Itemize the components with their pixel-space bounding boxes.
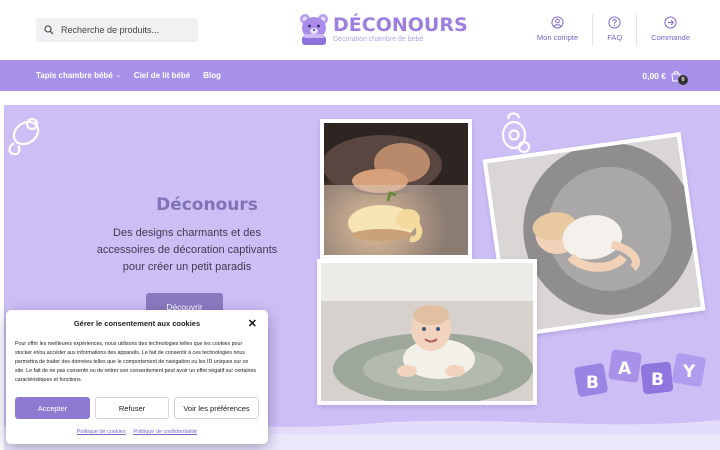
cart-total: 0,00 €	[642, 70, 666, 81]
nav-item-label: Blog	[203, 71, 222, 80]
cookie-dialog-text: Pour offrir les meilleures expériences, …	[15, 341, 257, 383]
nav-item-ciel-de-lit[interactable]: Ciel de lit bébé	[134, 71, 190, 80]
user-icon	[551, 16, 564, 29]
cookie-dialog-title: Gérer le consentement aux cookies	[73, 319, 201, 328]
hero-subtitle: Des designs charmants et des accessoires…	[96, 227, 278, 273]
search-icon	[44, 25, 54, 35]
privacy-policy-link[interactable]: Politique de confidentialité	[133, 429, 197, 435]
nav-item-label: Ciel de lit bébé	[133, 71, 191, 80]
sleeping-baby-image	[324, 123, 468, 255]
refuse-cookies-button[interactable]: Refuser	[95, 397, 169, 419]
close-icon[interactable]: ✕	[248, 317, 257, 330]
block-letter: B	[586, 373, 599, 393]
site-header: DÉCONOURS Décoration chambre de bébé Mon…	[0, 0, 720, 60]
header-links: Mon compte FAQ Commande	[537, 14, 690, 46]
faq-link[interactable]: FAQ	[607, 14, 622, 44]
pacifier-icon	[8, 117, 40, 156]
brand-name: DÉCONOURS	[333, 14, 468, 36]
account-link[interactable]: Mon compte	[537, 14, 578, 44]
brand-tagline: Décoration chambre de bébé	[333, 36, 424, 43]
hero-photo-sleeping-baby	[320, 119, 472, 259]
search-input[interactable]	[61, 25, 191, 35]
block-letter: Y	[682, 362, 696, 382]
block-letter: B	[651, 370, 664, 390]
cart-link[interactable]: 0,00 € 0	[642, 60, 688, 91]
order-link[interactable]: Commande	[651, 14, 690, 44]
cookie-preferences-button[interactable]: Voir les préférences	[174, 397, 259, 419]
question-icon	[608, 16, 621, 29]
hero-title: Déconours	[156, 195, 258, 215]
pacifier-icon	[501, 112, 531, 154]
nav-item-label: Tapis chambre bébé	[36, 71, 113, 80]
chevron-down-icon: ⌄	[115, 73, 121, 79]
faq-link-label: FAQ	[607, 33, 623, 42]
hero-photo-baby-rug	[317, 259, 537, 405]
main-nav: Tapis chambre bébé ⌄ Ciel de lit bébé Bl…	[0, 60, 720, 91]
cookie-consent-dialog: Gérer le consentement aux cookies ✕ Pour…	[6, 310, 268, 444]
header-divider	[592, 14, 594, 46]
bear-logo-icon	[300, 14, 328, 45]
arrow-right-circle-icon	[664, 16, 677, 29]
cookie-policy-link[interactable]: Politique de cookies	[77, 429, 126, 435]
baby-blocks-decoration: B A B Y	[574, 349, 706, 397]
baby-on-rug-image	[321, 263, 533, 401]
account-link-label: Mon compte	[536, 33, 579, 42]
nav-item-tapis[interactable]: Tapis chambre bébé ⌄	[36, 71, 121, 80]
shopping-bag-icon: 0	[670, 70, 688, 85]
header-divider	[636, 14, 638, 46]
order-link-label: Commande	[651, 33, 690, 42]
search-box[interactable]	[36, 18, 198, 42]
cart-count-badge: 0	[678, 74, 688, 85]
block-letter: A	[618, 359, 632, 379]
site-logo[interactable]: DÉCONOURS Décoration chambre de bébé	[298, 12, 468, 46]
nav-item-blog[interactable]: Blog	[203, 71, 221, 80]
accept-cookies-button[interactable]: Accepter	[15, 397, 90, 419]
